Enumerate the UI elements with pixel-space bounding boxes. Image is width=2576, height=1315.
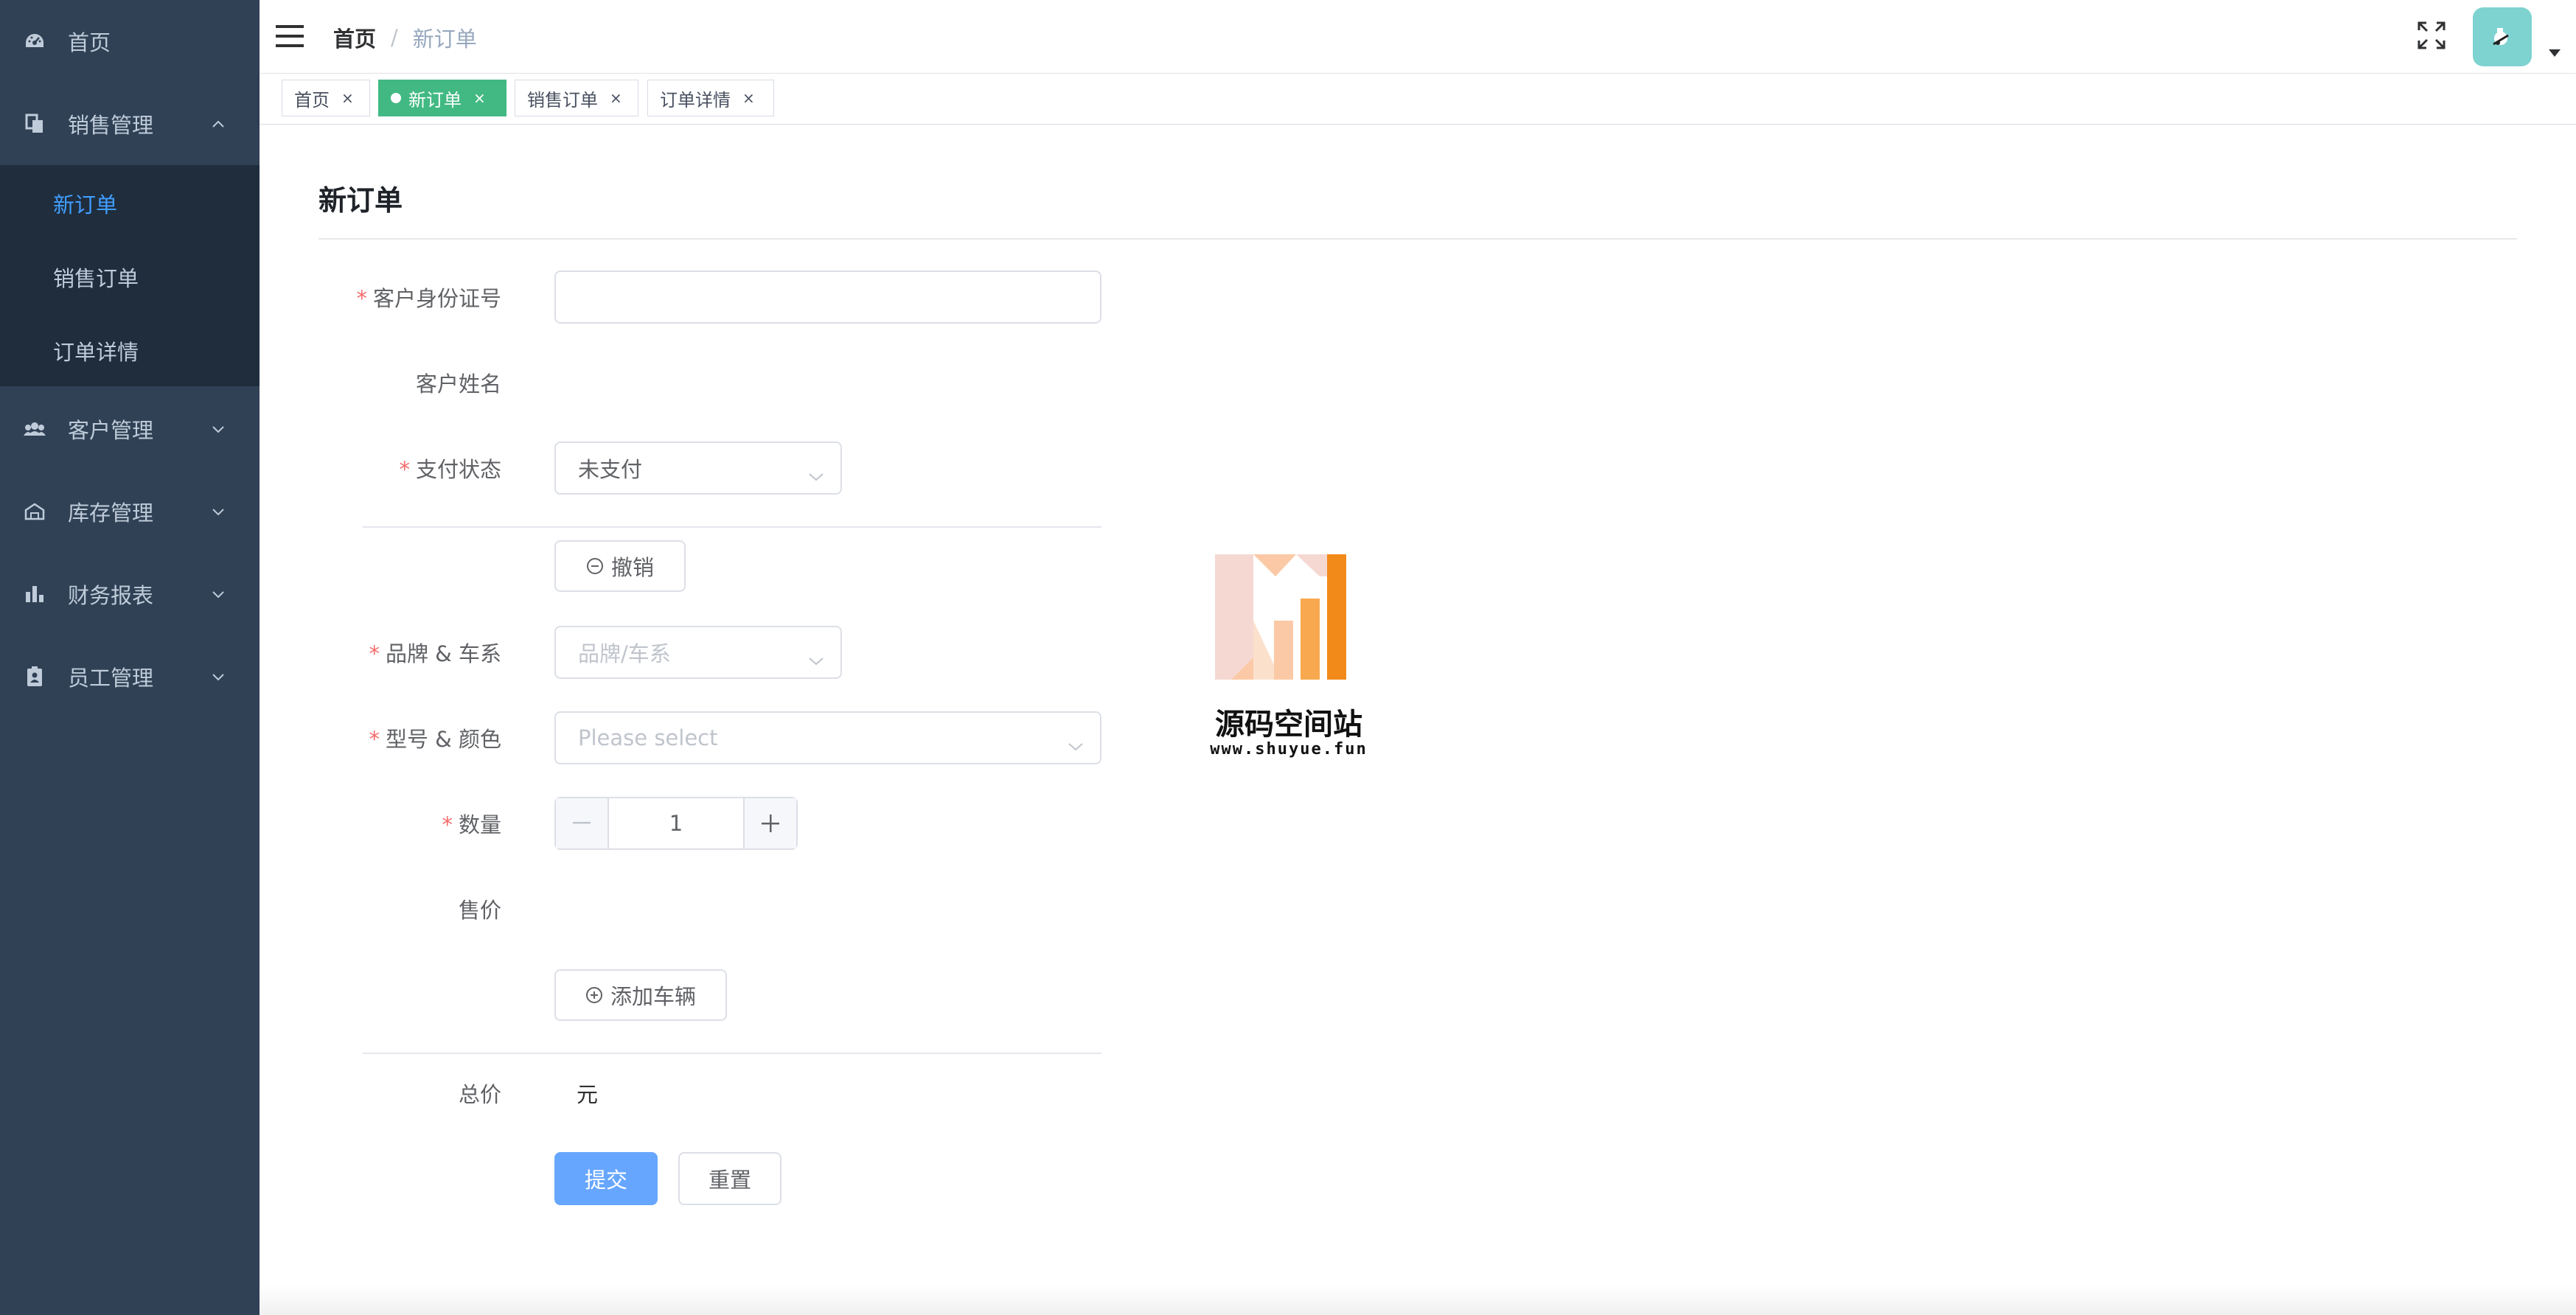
increase-button[interactable] [743, 798, 796, 848]
price-label: 售价 [458, 898, 501, 923]
sidebar-item-finance[interactable]: 财务报表 [0, 553, 260, 635]
reset-button[interactable]: 重置 [678, 1152, 781, 1205]
payment-status-label: * 支付状态 [399, 457, 501, 482]
payment-status-value: 未支付 [578, 457, 643, 482]
sidebar-subitem-label: 新订单 [53, 192, 118, 217]
revoke-button[interactable]: 撤销 [554, 540, 686, 592]
fullscreen-icon[interactable] [2416, 20, 2447, 51]
tag-new-order[interactable]: 新订单 × [378, 80, 507, 116]
chevron-up-icon [211, 116, 226, 131]
close-icon[interactable]: × [742, 89, 755, 107]
add-vehicle-button[interactable]: 添加车辆 [554, 969, 727, 1021]
quantity-value[interactable]: 1 [669, 811, 683, 836]
total-label: 总价 [458, 1082, 501, 1107]
brand-series-placeholder: 品牌/车系 [578, 641, 671, 666]
section-divider [363, 1053, 1101, 1054]
customer-id-label: * 客户身份证号 [356, 286, 501, 311]
required-mark: * [356, 286, 367, 311]
navbar: 首页 / 新订单 [260, 0, 2576, 74]
watermark-url: www.shuyue.fun [1210, 740, 1368, 758]
tag-order-details[interactable]: 订单详情 × [647, 80, 774, 116]
close-icon[interactable]: × [341, 89, 354, 107]
sidebar-item-label: 财务报表 [68, 583, 154, 608]
minus-icon [573, 822, 591, 824]
submit-button[interactable]: 提交 [554, 1152, 658, 1205]
sidebar-item-label: 员工管理 [68, 666, 154, 691]
minus-circle-icon [586, 558, 603, 574]
chevron-down-icon [211, 422, 226, 436]
tags-view: 首页 × 新订单 × 销售订单 × 订单详情 × [260, 74, 2576, 125]
tag-label: 订单详情 [660, 89, 731, 111]
sidebar-item-label: 客户管理 [68, 418, 154, 443]
sidebar-item-label: 首页 [68, 30, 111, 55]
close-icon[interactable]: × [610, 89, 622, 107]
people-icon [22, 416, 47, 442]
tag-label: 新订单 [408, 89, 462, 111]
watermark-title: 源码空间站 [1215, 708, 1362, 742]
chevron-down-icon [808, 646, 824, 666]
caret-down-icon[interactable] [2548, 46, 2561, 57]
tag-sales-orders[interactable]: 销售订单 × [515, 80, 638, 116]
tag-label: 首页 [294, 89, 330, 111]
bottom-shade [260, 1286, 2576, 1315]
sidebar-item-sales[interactable]: 销售管理 [0, 83, 260, 165]
chevron-down-icon [808, 462, 824, 481]
sidebar-item-label: 销售管理 [68, 113, 154, 138]
chevron-down-icon [211, 669, 226, 684]
chart-icon [22, 582, 47, 607]
tag-label: 销售订单 [527, 89, 598, 111]
payment-status-select[interactable]: 未支付 [554, 442, 842, 495]
quantity-label: * 数量 [442, 812, 501, 837]
brand-series-label: * 品牌 & 车系 [369, 641, 501, 666]
model-color-placeholder: Please select [578, 725, 718, 750]
model-color-select[interactable]: Please select [554, 711, 1101, 764]
sidebar-item-home[interactable]: 首页 [0, 0, 260, 83]
hamburger-menu-icon[interactable] [274, 21, 307, 52]
sidebar-subitem-label: 销售订单 [53, 266, 139, 291]
breadcrumb-separator: / [391, 25, 398, 50]
title-divider [318, 238, 2517, 240]
sales-icon [22, 111, 47, 136]
chevron-down-icon [1068, 732, 1084, 751]
avatar[interactable] [2473, 7, 2532, 66]
sidebar-subitem-label: 订单详情 [53, 340, 139, 365]
customer-id-input[interactable] [554, 271, 1101, 324]
sidebar-item-label: 库存管理 [68, 500, 154, 526]
plus-circle-icon [585, 987, 602, 1003]
sidebar-subitem-new-order[interactable]: 新订单 [0, 167, 260, 240]
badge-icon [22, 664, 47, 689]
chevron-down-icon [211, 587, 226, 601]
tag-home[interactable]: 首页 × [282, 80, 370, 116]
plus-icon [762, 815, 779, 832]
breadcrumb-home[interactable]: 首页 [333, 22, 376, 53]
required-mark: * [442, 812, 453, 837]
required-mark: * [399, 457, 410, 482]
breadcrumb: 首页 / 新订单 [333, 22, 477, 53]
required-mark: * [369, 727, 380, 752]
warehouse-icon [22, 499, 47, 524]
customer-name-label: 客户姓名 [415, 372, 501, 397]
close-icon[interactable]: × [473, 89, 486, 107]
active-dot-icon [391, 93, 401, 103]
main-content: 新订单 * 客户身份证号 客户姓名 * 支付状态 未支付 撤销 * 品牌 & 车系 品… [260, 125, 2576, 1315]
breadcrumb-current: 新订单 [412, 27, 477, 52]
model-color-label: * 型号 & 颜色 [369, 727, 501, 752]
page-title: 新订单 [318, 184, 403, 217]
decrease-button[interactable] [556, 798, 609, 848]
chevron-down-icon [211, 504, 226, 519]
dashboard-icon [22, 29, 47, 54]
total-value: 元 [577, 1082, 599, 1107]
required-mark: * [369, 641, 380, 666]
section-divider [363, 526, 1101, 528]
brand-series-select[interactable]: 品牌/车系 [554, 626, 842, 679]
